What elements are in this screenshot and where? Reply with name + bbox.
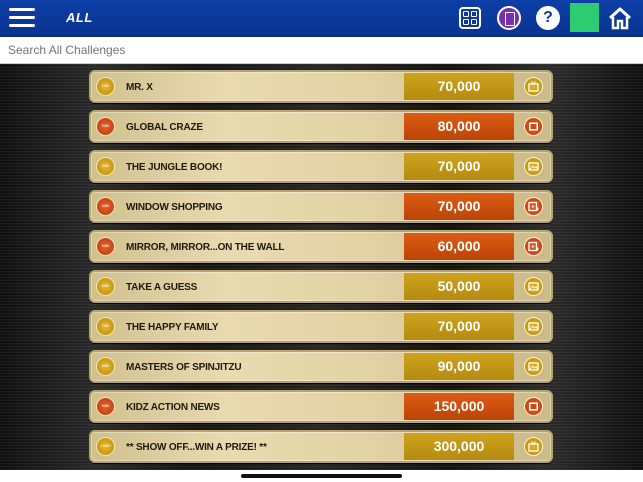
challenge-row[interactable]: 2/80 GLOBAL CRAZE 80,000 [89,110,553,143]
challenge-number-badge: 10/80 [96,437,115,456]
challenge-name: KIDZ ACTION NEWS [126,402,220,413]
challenge-name: MIRROR, MIRROR...ON THE WALL [126,242,285,253]
challenge-row[interactable]: 1/80 MR. X 70,000 [89,70,553,103]
search-input[interactable] [6,42,410,58]
challenge-points: 50,000 [404,273,514,300]
challenge-number-badge: 8/80 [96,357,115,376]
challenge-row[interactable]: 8/80 MASTERS OF SPINJITZU 90,000 [89,350,553,383]
challenge-number-badge: 1/80 [96,77,115,96]
challenge-row[interactable]: 6/80 TAKE A GUESS 50,000 [89,270,553,303]
challenge-name: GLOBAL CRAZE [126,122,203,133]
help-button[interactable]: ? [536,6,560,30]
challenge-number-badge: 7/80 [96,317,115,336]
challenge-number-badge: 3/80 [96,157,115,176]
challenge-points: 150,000 [404,393,514,420]
challenge-number-badge: 6/80 [96,277,115,296]
challenge-points: 90,000 [404,353,514,380]
challenge-name: THE HAPPY FAMILY [126,322,219,333]
status-square[interactable] [570,3,599,32]
challenge-number-badge: 9/80 [96,397,115,416]
screen-icon[interactable] [524,117,543,136]
challenge-points: 70,000 [404,153,514,180]
home-icon[interactable] [607,5,633,31]
challenge-number-badge: 2/80 [96,117,115,136]
search-bar[interactable] [0,37,643,64]
challenge-row[interactable]: 3/80 THE JUNGLE BOOK! 70,000 [89,150,553,183]
page-title: ALL [66,10,93,25]
picture-icon[interactable] [524,277,543,296]
picture-icon[interactable] [524,157,543,176]
challenge-points: 70,000 [404,193,514,220]
grid-view-icon[interactable] [459,7,481,29]
video-icon[interactable] [524,197,543,216]
challenge-name: MASTERS OF SPINJITZU [126,362,242,373]
challenge-name: ** SHOW OFF...WIN A PRIZE! ** [126,442,267,453]
top-navigation-bar: ALL ? [0,0,643,37]
challenge-row[interactable]: 10/80 ** SHOW OFF...WIN A PRIZE! ** 300,00… [89,430,553,463]
challenge-name: WINDOW SHOPPING [126,202,223,213]
hamburger-menu-icon[interactable] [9,8,35,28]
tv-icon[interactable] [524,77,543,96]
home-indicator[interactable] [241,474,402,478]
challenge-points: 60,000 [404,233,514,260]
challenge-list[interactable]: 1/80 MR. X 70,000 2/80 GLOBAL CRAZE 80,000 3/8… [0,64,643,482]
challenge-row[interactable]: 4/80 WINDOW SHOPPING 70,000 [89,190,553,223]
screen-icon[interactable] [524,397,543,416]
tv-icon[interactable] [524,437,543,456]
challenge-number-badge: 4/80 [96,197,115,216]
list-view-icon[interactable] [497,6,521,30]
picture-icon[interactable] [524,317,543,336]
challenge-name: TAKE A GUESS [126,282,198,293]
challenge-points: 80,000 [404,113,514,140]
challenge-row[interactable]: 9/80 KIDZ ACTION NEWS 150,000 [89,390,553,423]
challenge-points: 300,000 [404,433,514,460]
challenge-name: MR. X [126,82,153,93]
challenge-points: 70,000 [404,313,514,340]
challenge-row[interactable]: 7/80 THE HAPPY FAMILY 70,000 [89,310,553,343]
picture-icon[interactable] [524,357,543,376]
challenge-number-badge: 5/80 [96,237,115,256]
challenge-points: 70,000 [404,73,514,100]
challenge-name: THE JUNGLE BOOK! [126,162,223,173]
video-icon[interactable] [524,237,543,256]
challenge-row[interactable]: 5/80 MIRROR, MIRROR...ON THE WALL 60,000 [89,230,553,263]
